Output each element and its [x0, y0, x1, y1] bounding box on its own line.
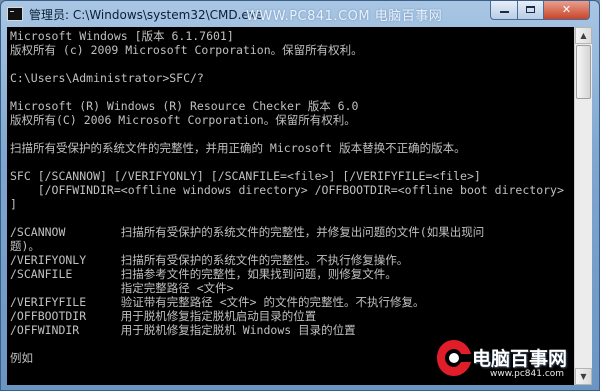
scrollbar-thumb[interactable] — [576, 45, 591, 99]
console-line: C:\Users\Administrator>SFC/? — [10, 71, 204, 85]
console-line: Microsoft (R) Windows (R) Resource Check… — [10, 99, 359, 113]
logo-icon — [437, 340, 471, 376]
console-line: ] — [10, 197, 17, 211]
close-button[interactable]: ✕ — [543, 1, 590, 20]
console-line: 版权所有 (c) 2009 Microsoft Corporation。保留所有… — [10, 43, 363, 57]
scroll-up-button[interactable]: ▲ — [575, 27, 592, 44]
minimize-button[interactable] — [490, 1, 518, 20]
console-line: 例如 — [10, 351, 33, 365]
console-line: [/OFFWINDIR=<offline windows directory> … — [10, 183, 564, 197]
maximize-button[interactable] — [517, 1, 544, 20]
console-line: 扫描所有受保护的系统文件的完整性，并用正确的 Microsoft 版本替换不正确… — [10, 141, 466, 155]
console-line: Microsoft Windows [版本 6.1.7601] — [10, 29, 234, 43]
logo-name: 电脑百事网 — [472, 348, 568, 370]
console-line: /OFFBOOTDIR 用于脱机修复指定脱机启动目录的位置 — [10, 309, 317, 323]
vertical-scrollbar[interactable]: ▲ ▼ — [574, 27, 592, 385]
site-logo: 电脑百事网 www.pc841.com — [434, 338, 600, 391]
console-output[interactable]: Microsoft Windows [版本 6.1.7601] 版权所有 (c)… — [7, 27, 574, 385]
console-line: 版权所有(C) 2006 Microsoft Corporation。保留所有权… — [10, 113, 356, 127]
up-arrow-icon: ▲ — [580, 31, 587, 40]
console-line: 指定完整路径 <文件> — [10, 281, 234, 295]
close-icon: ✕ — [561, 3, 572, 16]
site-watermark: WWW.PC841.COM 电脑百事网 — [246, 9, 443, 24]
console-line: SFC [/SCANNOW] [/VERIFYONLY] [/SCANFILE=… — [10, 169, 481, 183]
maximize-icon — [526, 6, 535, 13]
console-line: /VERIFYFILE 验证带有完整路径 <文件> 的文件的完整性。不执行修复。 — [10, 295, 425, 309]
window-title: 管理员: C:\Windows\system32\CMD.exe — [29, 8, 263, 22]
minimize-icon — [499, 11, 509, 13]
console-line: /OFFWINDIR 用于脱机修复指定脱机 Windows 目录的位置 — [10, 323, 356, 337]
console-line: 题)。 — [10, 239, 40, 253]
cmd-window: 管理员: C:\Windows\system32\CMD.exe WWW.PC8… — [0, 0, 600, 391]
console-line: /SCANFILE 扫描参考文件的完整性，如果找到问题，则修复文件。 — [10, 267, 397, 281]
cmd-app-icon[interactable] — [7, 7, 23, 21]
logo-url: www.pc841.com — [490, 369, 565, 379]
console-line: /VERIFYONLY 扫描所有受保护的系统文件的完整性。不执行修复操作。 — [10, 253, 409, 267]
console-line: /SCANNOW 扫描所有受保护的系统文件的完整性，并修复出问题的文件(如果出现… — [10, 225, 485, 239]
title-bar[interactable]: 管理员: C:\Windows\system32\CMD.exe WWW.PC8… — [1, 1, 599, 27]
